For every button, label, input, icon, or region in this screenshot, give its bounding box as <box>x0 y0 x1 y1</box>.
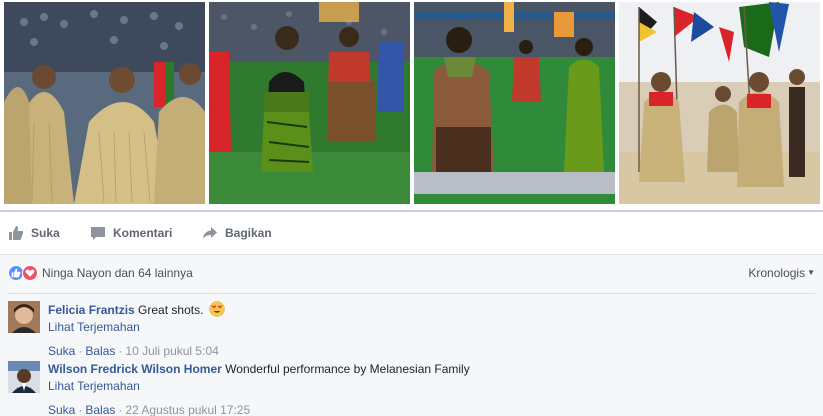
separator-dot: · <box>118 403 123 416</box>
photo-dancers-flags[interactable] <box>619 2 820 204</box>
sort-label: Kronologis <box>748 266 806 280</box>
comments-section: Ninga Nayon dan 64 lainnya Kronologis ▼ F… <box>0 255 823 416</box>
comment-reply-link[interactable]: Balas <box>85 403 115 416</box>
separator-dot: · <box>78 344 83 358</box>
comment-label: Komentari <box>113 226 173 240</box>
separator-dot: · <box>118 344 123 358</box>
separator-dot: · <box>78 403 83 416</box>
comment-text: Great shots. <box>138 303 204 317</box>
comment-author[interactable]: Felicia Frantzis <box>48 303 135 317</box>
reactions-names[interactable]: Ninga Nayon dan 64 lainnya <box>42 266 193 280</box>
comment-icon <box>90 225 106 241</box>
see-translation-link[interactable]: Lihat Terjemahan <box>48 378 470 394</box>
photo-grid <box>0 0 823 206</box>
photo-divider <box>0 210 823 212</box>
photo-dancers-group[interactable] <box>4 2 205 204</box>
share-button[interactable]: Bagikan <box>202 225 272 241</box>
share-icon <box>202 225 218 241</box>
thumbs-up-icon <box>8 225 24 241</box>
photo-dancers-torches[interactable] <box>414 2 615 204</box>
share-label: Bagikan <box>225 226 272 240</box>
see-translation-link[interactable]: Lihat Terjemahan <box>48 319 225 335</box>
avatar[interactable] <box>8 301 40 333</box>
avatar[interactable] <box>8 361 40 393</box>
comment-like-link[interactable]: Suka <box>48 403 75 416</box>
comment-sort-dropdown[interactable]: Kronologis ▼ <box>748 266 815 280</box>
photo-dancers-field[interactable] <box>209 2 410 204</box>
post-action-bar: Suka Komentari Bagikan <box>0 213 823 255</box>
comment-author[interactable]: Wilson Fredrick Wilson Homer <box>48 362 222 376</box>
comment-timestamp[interactable]: 22 Agustus pukul 17:25 <box>125 403 250 416</box>
comment-timestamp[interactable]: 10 Juli pukul 5:04 <box>125 344 218 358</box>
comments-divider <box>8 293 815 294</box>
comment-button[interactable]: Komentari <box>90 225 172 241</box>
reactions-summary[interactable]: Ninga Nayon dan 64 lainnya <box>8 265 193 281</box>
like-label: Suka <box>31 226 60 240</box>
heart-eyes-emoji-icon <box>209 301 225 317</box>
comment-like-link[interactable]: Suka <box>48 344 75 358</box>
caret-down-icon: ▼ <box>807 268 815 277</box>
comment-text: Wonderful performance by Melanesian Fami… <box>225 362 470 376</box>
love-icon <box>22 265 38 281</box>
like-button[interactable]: Suka <box>8 225 60 241</box>
comment-reply-link[interactable]: Balas <box>85 344 115 358</box>
